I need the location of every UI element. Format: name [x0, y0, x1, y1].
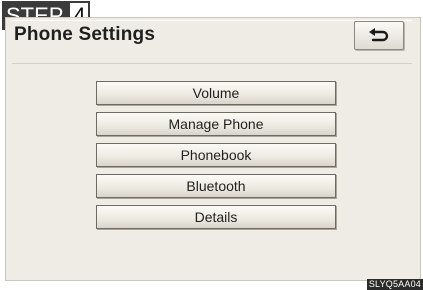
back-arrow-icon: [369, 27, 389, 41]
manage-phone-button[interactable]: Manage Phone: [96, 112, 336, 136]
page-title: Phone Settings: [14, 24, 156, 45]
phonebook-button[interactable]: Phonebook: [96, 143, 336, 167]
volume-button[interactable]: Volume: [96, 81, 336, 105]
bluetooth-button[interactable]: Bluetooth: [96, 174, 336, 198]
image-code: SLYQ5AA04: [366, 279, 423, 290]
back-button[interactable]: [354, 21, 404, 50]
details-button[interactable]: Details: [96, 205, 336, 229]
screen-header: Phone Settings: [12, 20, 412, 64]
